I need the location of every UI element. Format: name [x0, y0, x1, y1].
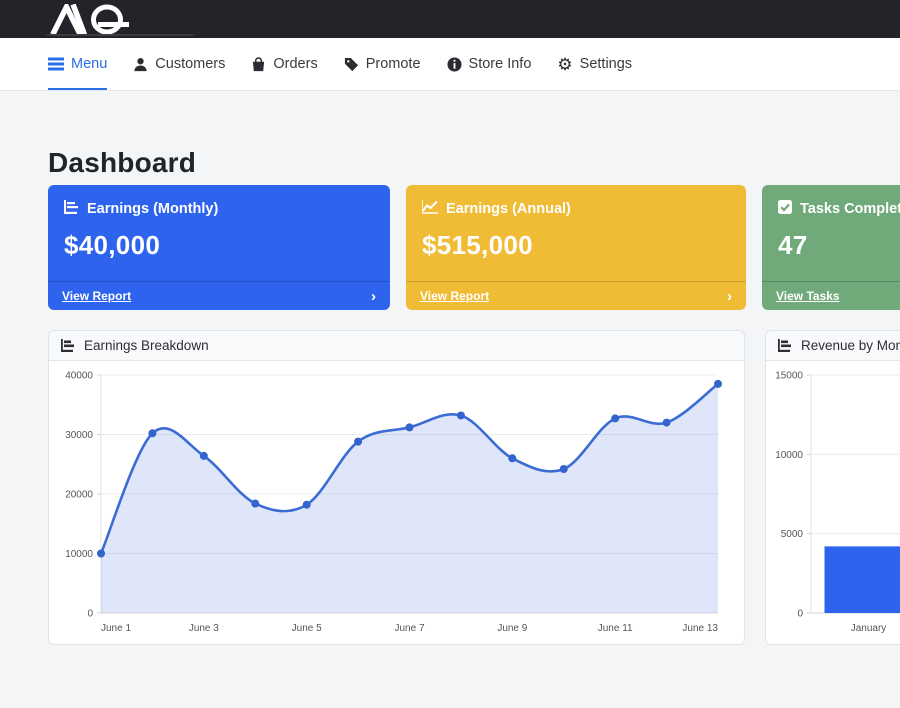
panel-header: Revenue by Month — [766, 331, 900, 361]
view-tasks-link[interactable]: View Tasks › — [762, 281, 900, 310]
svg-text:0: 0 — [87, 609, 93, 620]
svg-text:June 1: June 1 — [101, 623, 131, 634]
info-circle-icon — [447, 57, 462, 72]
nav-label: Customers — [155, 56, 225, 72]
view-report-link[interactable]: View Report › — [48, 281, 390, 310]
svg-text:January: January — [851, 623, 887, 634]
card-value: $515,000 — [422, 230, 730, 261]
svg-text:June 5: June 5 — [292, 623, 322, 634]
nav-label: Menu — [71, 56, 107, 72]
earnings-breakdown-chart: 0 10000 20000 30000 40000 June 1 June 3 June 5 J… — [49, 361, 745, 645]
svg-text:20000: 20000 — [65, 490, 93, 501]
main-navbar: Menu Customers Orders Promote Store Info — [0, 38, 900, 91]
nav-item-settings[interactable]: ⚙ Settings — [557, 38, 632, 90]
earnings-monthly-card: Earnings (Monthly) $40,000 View Report › — [48, 185, 390, 310]
svg-text:40000: 40000 — [65, 371, 93, 382]
dashboard-page: Menu Customers Orders Promote Store Info — [0, 0, 900, 708]
bag-icon — [251, 57, 266, 72]
bar-chart-icon — [778, 339, 793, 352]
svg-text:June 13: June 13 — [682, 623, 718, 634]
charts-row: Earnings Breakdown 0 10000 20000 30000 40000… — [48, 330, 900, 645]
page-title: Dashboard — [48, 147, 196, 179]
card-title: Earnings (Monthly) — [87, 201, 218, 217]
panel-title: Revenue by Month — [801, 338, 900, 353]
svg-text:5000: 5000 — [781, 529, 804, 540]
tasks-completed-card: Tasks Completed 47 View Tasks › — [762, 185, 900, 310]
gear-icon: ⚙ — [557, 56, 572, 73]
chevron-right-icon: › — [371, 289, 376, 304]
nav-item-orders[interactable]: Orders — [251, 38, 317, 90]
bar-chart-icon — [64, 200, 79, 218]
tag-icon — [344, 57, 359, 72]
panel-header: Earnings Breakdown — [49, 331, 744, 361]
revenue-by-month-panel: Revenue by Month 0 5000 10000 15000 January — [765, 330, 900, 645]
stat-cards-row: Earnings (Monthly) $40,000 View Report ›… — [48, 185, 900, 310]
svg-text:June 7: June 7 — [394, 623, 424, 634]
revenue-by-month-chart: 0 5000 10000 15000 January — [766, 361, 900, 645]
nav-label: Store Info — [469, 56, 532, 72]
card-value: 47 — [778, 230, 900, 261]
checkbox-icon — [778, 200, 792, 218]
nav-label: Settings — [580, 56, 632, 72]
svg-text:10000: 10000 — [775, 450, 803, 461]
hamburger-icon — [48, 57, 64, 71]
line-chart-icon — [422, 200, 438, 218]
svg-text:June 3: June 3 — [189, 623, 219, 634]
brand-logo-icon[interactable] — [50, 4, 134, 34]
card-title: Earnings (Annual) — [446, 201, 571, 217]
svg-text:30000: 30000 — [65, 430, 93, 441]
nav-item-menu[interactable]: Menu — [48, 38, 107, 90]
svg-text:June 11: June 11 — [598, 623, 633, 634]
person-icon — [133, 57, 148, 72]
view-report-link[interactable]: View Report › — [406, 281, 746, 310]
nav-item-customers[interactable]: Customers — [133, 38, 225, 90]
card-title: Tasks Completed — [800, 201, 900, 217]
top-app-bar — [0, 0, 900, 38]
logo-underline — [47, 34, 193, 36]
earnings-breakdown-panel: Earnings Breakdown 0 10000 20000 30000 40000… — [48, 330, 745, 645]
nav-label: Orders — [273, 56, 317, 72]
earnings-annual-card: Earnings (Annual) $515,000 View Report › — [406, 185, 746, 310]
card-value: $40,000 — [64, 230, 374, 261]
svg-text:15000: 15000 — [775, 371, 803, 382]
chevron-right-icon: › — [727, 289, 732, 304]
nav-item-promote[interactable]: Promote — [344, 38, 421, 90]
nav-item-store-info[interactable]: Store Info — [447, 38, 532, 90]
svg-text:10000: 10000 — [65, 549, 93, 560]
svg-text:June 9: June 9 — [497, 623, 527, 634]
svg-text:0: 0 — [797, 609, 803, 620]
nav-label: Promote — [366, 56, 421, 72]
bar-chart-icon — [61, 339, 76, 352]
panel-title: Earnings Breakdown — [84, 338, 209, 353]
